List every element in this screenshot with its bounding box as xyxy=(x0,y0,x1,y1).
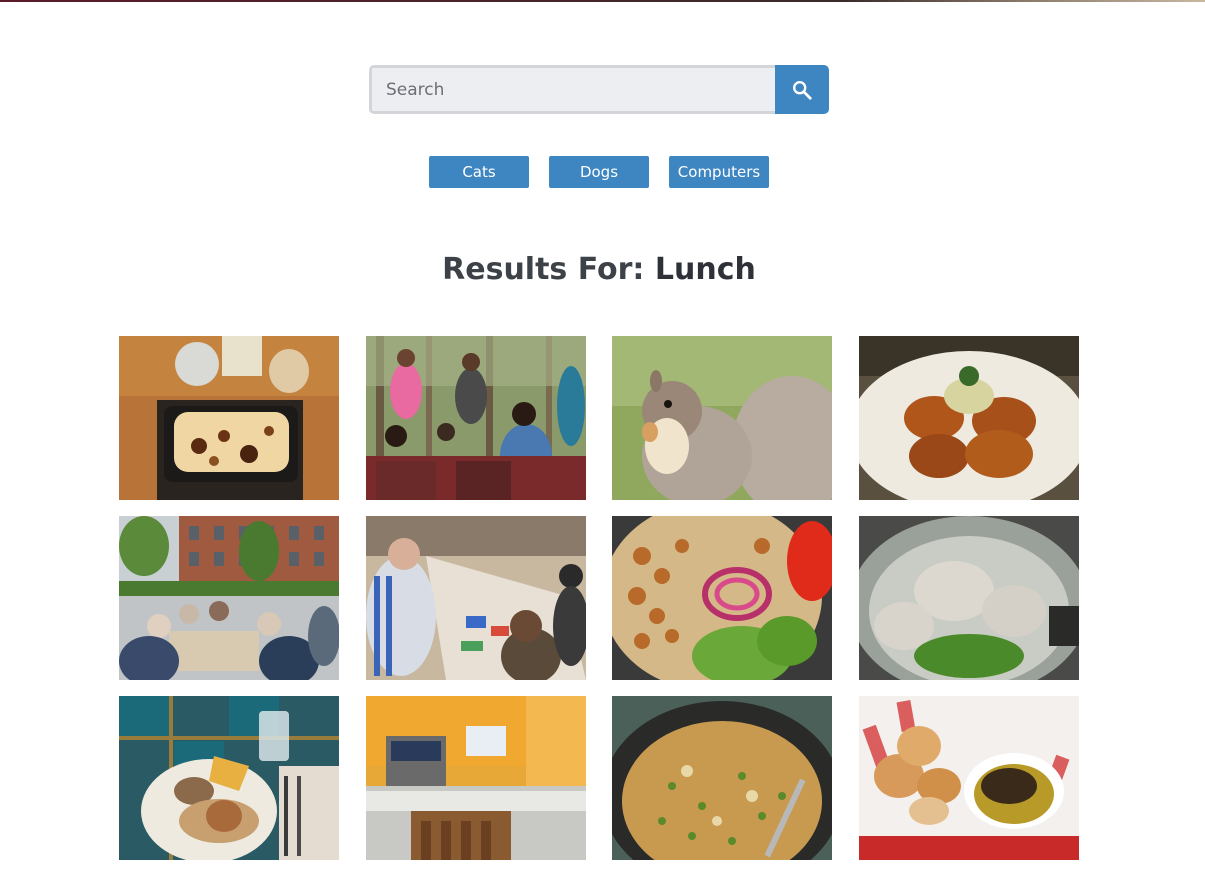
tag-dogs-button[interactable]: Dogs xyxy=(549,156,649,188)
search-input[interactable] xyxy=(369,65,775,114)
search-icon xyxy=(793,80,812,100)
image-fried-rice-bowl[interactable] xyxy=(612,696,833,860)
image-squirrel-eating[interactable] xyxy=(612,336,833,500)
image-people-eating-in-forest[interactable] xyxy=(365,336,586,500)
search-bar xyxy=(369,65,829,114)
search-button[interactable] xyxy=(775,65,829,114)
results-prefix: Results For: xyxy=(442,252,645,287)
results-heading: Results For: Lunch xyxy=(0,252,1198,287)
image-fried-potato-pancakes[interactable] xyxy=(859,336,1080,500)
image-baked-casserole[interactable] xyxy=(119,336,339,500)
image-cafeteria-interior[interactable] xyxy=(365,696,586,860)
results-query: Lunch xyxy=(654,252,756,287)
image-group-painting-at-table[interactable] xyxy=(365,516,586,680)
image-grid xyxy=(119,336,1080,860)
tag-computers-button[interactable]: Computers xyxy=(669,156,769,188)
image-dumplings-in-broth[interactable] xyxy=(859,516,1080,680)
image-bread-and-dip[interactable] xyxy=(859,696,1080,860)
image-burrito-plate[interactable] xyxy=(119,696,339,860)
top-accent-bar xyxy=(0,0,1205,2)
tag-buttons: Cats Dogs Computers xyxy=(429,156,769,188)
image-outdoor-group-lunch[interactable] xyxy=(119,516,339,680)
tag-cats-button[interactable]: Cats xyxy=(429,156,529,188)
image-salad-with-onions[interactable] xyxy=(612,516,833,680)
